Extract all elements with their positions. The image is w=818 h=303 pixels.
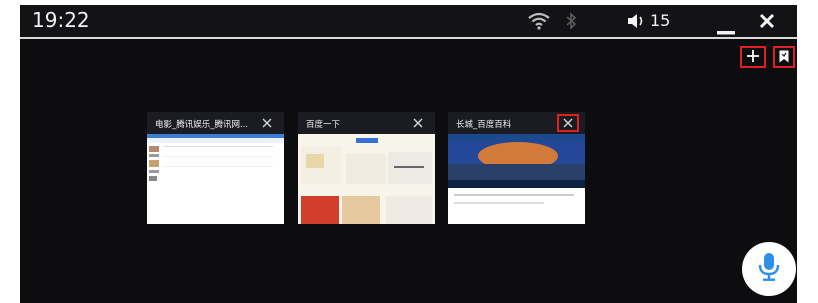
- tab-card[interactable]: 电影_腾讯娱乐_腾讯网...: [147, 112, 284, 224]
- tab-card[interactable]: 长城_百度百科: [448, 112, 585, 224]
- tab-close-button[interactable]: [407, 114, 429, 132]
- tab-card[interactable]: 百度一下: [298, 112, 435, 224]
- close-icon: [413, 118, 423, 128]
- tab-thumbnail[interactable]: [448, 134, 585, 224]
- close-icon: [262, 118, 272, 128]
- close-icon[interactable]: [759, 13, 775, 33]
- voice-search-button[interactable]: [742, 242, 796, 296]
- bluetooth-icon: [565, 12, 577, 34]
- wifi-icon: [528, 12, 550, 34]
- tab-thumbnail[interactable]: [147, 134, 284, 224]
- tab-thumbnail[interactable]: [298, 134, 435, 224]
- tab-title: 百度一下: [306, 120, 341, 130]
- close-icon: [563, 118, 573, 128]
- bookmark-icon: [779, 48, 789, 67]
- bookmarks-button[interactable]: [773, 46, 795, 68]
- tab-title: 长城_百度百科: [456, 120, 512, 130]
- status-divider: [20, 37, 797, 39]
- volume-icon: [627, 13, 647, 33]
- status-bar: 19:22 15: [20, 5, 797, 37]
- tab-close-button[interactable]: [557, 114, 579, 132]
- tab-close-button[interactable]: [256, 114, 278, 132]
- tab-title: 电影_腾讯娱乐_腾讯网...: [155, 120, 249, 130]
- volume-level: 15: [650, 11, 671, 30]
- new-tab-button[interactable]: [740, 46, 766, 68]
- clock: 19:22: [32, 8, 90, 32]
- microphone-icon: [756, 252, 782, 286]
- browser-screen: 19:22 15 电影_腾讯娱乐_腾讯网... 百度一下 长城_百度百科: [20, 5, 797, 303]
- plus-icon: [746, 48, 760, 67]
